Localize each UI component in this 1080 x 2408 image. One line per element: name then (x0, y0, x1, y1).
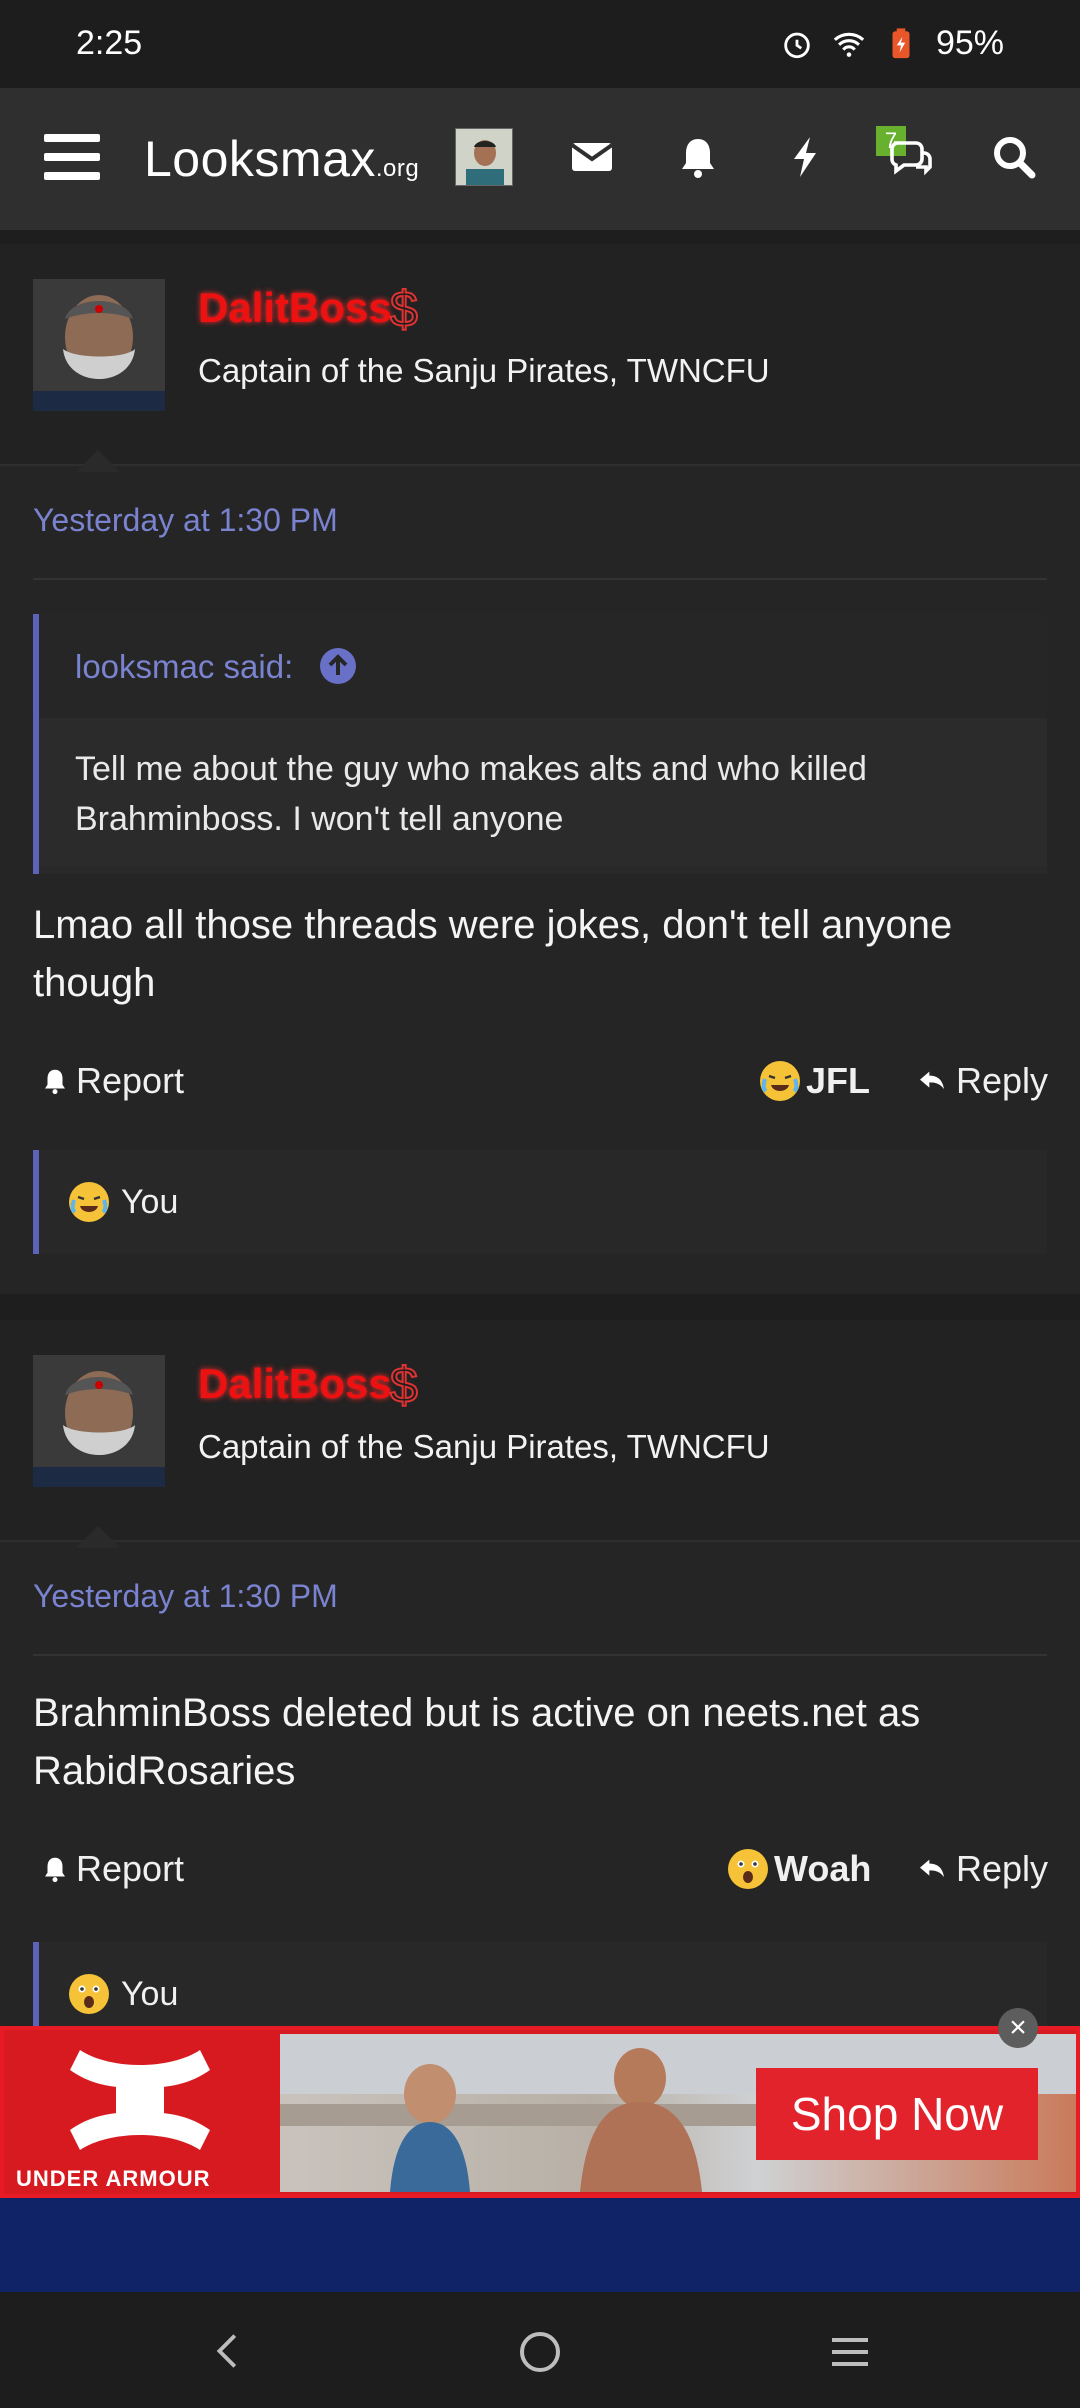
system-nav-bar (0, 2292, 1080, 2408)
astonished-emoji-icon (728, 1849, 768, 1889)
report-label: Report (76, 1848, 185, 1889)
reply-arrow-icon (920, 1859, 944, 1877)
post-message: BrahminBoss deleted but is active on nee… (33, 1691, 921, 1793)
bell-icon[interactable] (674, 133, 722, 181)
report-label: Report (76, 1060, 185, 1101)
chat-icon[interactable] (886, 133, 934, 181)
donor-dollar-icon: $ (389, 280, 419, 338)
bell-icon (45, 1857, 65, 1883)
reaction-summary[interactable]: You (33, 1150, 1047, 1254)
status-bar: 2:25 95% (0, 0, 1080, 88)
reaction-label: Woah (774, 1848, 872, 1889)
divider (33, 578, 1047, 580)
reply-button[interactable]: Reply (914, 1848, 1048, 1890)
reply-label: Reply (956, 1060, 1049, 1101)
report-button[interactable]: Report (40, 1060, 184, 1102)
back-icon[interactable] (206, 2328, 252, 2374)
battery-percent: 95% (935, 24, 1004, 62)
top-nav: Looksmax.org 7 (0, 88, 1080, 230)
wifi-icon (833, 32, 865, 57)
divider (33, 1654, 1047, 1656)
recents-icon[interactable] (824, 2328, 876, 2376)
donor-dollar-icon: $ (389, 1356, 419, 1414)
post-header: DalitBoss $ Captain of the Sanju Pirates… (0, 1320, 1080, 1548)
laughing-crying-emoji-icon (760, 1061, 800, 1101)
post-date[interactable]: Yesterday at 1:30 PM (33, 502, 338, 539)
user-title: Captain of the Sanju Pirates, TWNCFU (198, 1428, 770, 1465)
shop-now-button[interactable]: Shop Now (756, 2068, 1038, 2160)
ad-brand-logo: UNDER ARMOUR (4, 2030, 276, 2194)
post-date[interactable]: Yesterday at 1:30 PM (33, 1578, 338, 1615)
menu-icon[interactable] (44, 134, 100, 180)
username[interactable]: DalitBoss (198, 284, 392, 332)
reacted-by: You (121, 1182, 179, 1221)
quote-text: Tell me about the guy who makes alts and… (39, 718, 1047, 866)
quote-header[interactable]: looksmac said: (39, 614, 1047, 718)
close-icon[interactable]: × (998, 2008, 1038, 2048)
header-pointer (76, 450, 120, 472)
ad-footer (0, 2198, 1080, 2292)
reply-arrow-icon (920, 1071, 944, 1089)
post-message: Lmao all those threads were jokes, don't… (33, 903, 953, 1005)
alarm-icon (784, 32, 810, 58)
ad-banner[interactable]: UNDER ARMOUR Shop Now (0, 2026, 1080, 2198)
logo-main: Looksmax (144, 131, 376, 187)
search-icon[interactable] (990, 133, 1038, 181)
reaction-button[interactable]: Woah (728, 1848, 871, 1890)
bolt-icon[interactable] (782, 133, 830, 181)
username[interactable]: DalitBoss (198, 1360, 392, 1408)
astonished-emoji-icon (69, 1974, 109, 2014)
post: DalitBoss $ Captain of the Sanju Pirates… (0, 1320, 1080, 2046)
quote-block: looksmac said: Tell me about the guy who… (33, 614, 1047, 874)
post-header: DalitBoss $ Captain of the Sanju Pirates… (0, 244, 1080, 472)
bell-icon (45, 1069, 65, 1095)
under-armour-logo-icon (70, 2050, 210, 2150)
reaction-button[interactable]: JFL (760, 1060, 870, 1102)
reply-label: Reply (956, 1848, 1049, 1889)
laughing-crying-emoji-icon (69, 1182, 109, 1222)
ad-brand-name: UNDER ARMOUR (16, 2166, 211, 2191)
home-icon[interactable] (516, 2328, 564, 2376)
site-logo[interactable]: Looksmax.org (144, 130, 419, 188)
post: DalitBoss $ Captain of the Sanju Pirates… (0, 244, 1080, 1294)
reacted-by: You (121, 1974, 179, 2013)
status-icons: 95% (780, 24, 1004, 63)
header-pointer (76, 1526, 120, 1548)
reaction-label: JFL (806, 1060, 871, 1101)
reply-button[interactable]: Reply (914, 1060, 1048, 1102)
arrow-up-circle-icon[interactable] (320, 648, 357, 684)
user-avatar[interactable] (33, 279, 165, 411)
quote-author[interactable]: looksmac said: (75, 648, 293, 685)
user-avatar[interactable] (33, 1355, 165, 1487)
account-avatar[interactable] (455, 128, 513, 186)
report-button[interactable]: Report (40, 1848, 184, 1890)
battery-icon (892, 27, 910, 58)
logo-suffix: .org (375, 155, 420, 182)
user-title: Captain of the Sanju Pirates, TWNCFU (198, 352, 770, 389)
envelope-icon[interactable] (568, 133, 616, 181)
status-time: 2:25 (76, 24, 143, 62)
